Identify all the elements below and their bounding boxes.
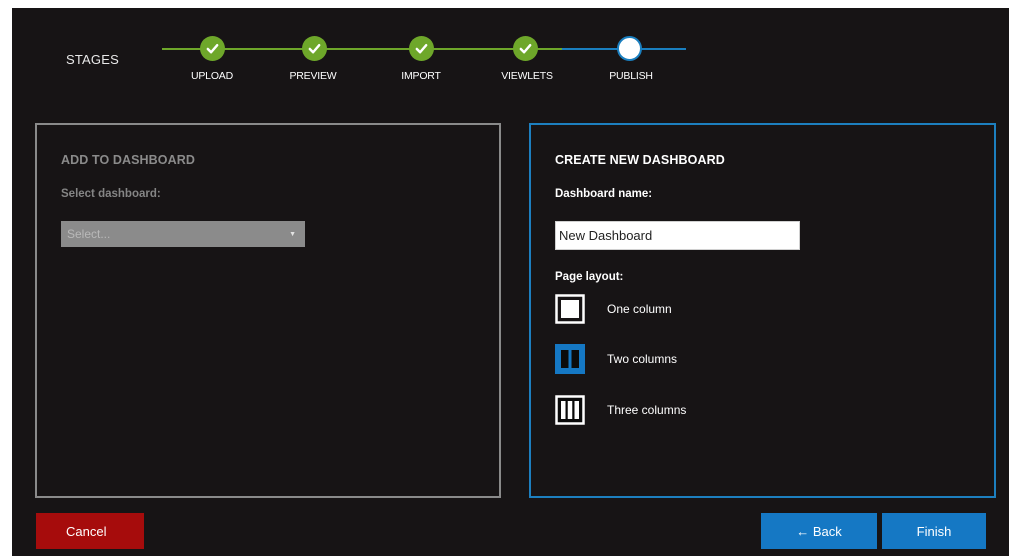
- create-new-dashboard-title: CREATE NEW DASHBOARD: [555, 153, 725, 167]
- create-new-dashboard-panel: CREATE NEW DASHBOARD Dashboard name: Pag…: [529, 123, 996, 498]
- stage-publish-current-icon: [617, 36, 642, 61]
- three-columns-layout-icon: [555, 395, 585, 425]
- select-dashboard-value: Select...: [67, 227, 111, 241]
- one-column-layout-icon: [555, 294, 585, 324]
- stage-preview-check-icon: [302, 36, 327, 61]
- layout-option-label: One column: [607, 302, 672, 316]
- two-columns-layout-icon: [555, 344, 585, 374]
- select-dashboard-label: Select dashboard:: [61, 188, 161, 200]
- layout-option-one-column[interactable]: One column: [555, 294, 672, 324]
- stage-label-import: IMPORT: [401, 70, 441, 82]
- cancel-button[interactable]: Cancel: [36, 513, 144, 549]
- stage-label-viewlets: VIEWLETS: [501, 70, 553, 82]
- layout-option-label: Three columns: [607, 403, 687, 417]
- back-button[interactable]: ← Back: [761, 513, 877, 549]
- add-to-dashboard-panel: ADD TO DASHBOARD Select dashboard: Selec…: [35, 123, 501, 498]
- stage-viewlets-check-icon: [513, 36, 538, 61]
- caret-down-icon: ▼: [289, 230, 296, 238]
- add-to-dashboard-title: ADD TO DASHBOARD: [61, 153, 196, 167]
- dashboard-name-input[interactable]: [555, 221, 800, 250]
- stage-upload-check-icon: [200, 36, 225, 61]
- stage-import-check-icon: [409, 36, 434, 61]
- wizard-frame: STAGES UPLOAD PREVIEW IMPORT VIEWLETS PU…: [12, 8, 1009, 556]
- layout-option-label: Two columns: [607, 352, 678, 366]
- page-layout-label: Page layout:: [555, 271, 624, 283]
- stages-label: STAGES: [66, 52, 119, 67]
- dashboard-name-label: Dashboard name:: [555, 188, 653, 200]
- layout-option-two-columns[interactable]: Two columns: [555, 344, 677, 374]
- stage-label-preview: PREVIEW: [289, 70, 337, 82]
- stage-label-publish: PUBLISH: [609, 70, 653, 82]
- select-dashboard-dropdown[interactable]: Select... ▼: [61, 221, 305, 247]
- finish-button[interactable]: Finish: [882, 513, 986, 549]
- stage-label-upload: UPLOAD: [191, 70, 233, 82]
- layout-option-three-columns[interactable]: Three columns: [555, 395, 686, 425]
